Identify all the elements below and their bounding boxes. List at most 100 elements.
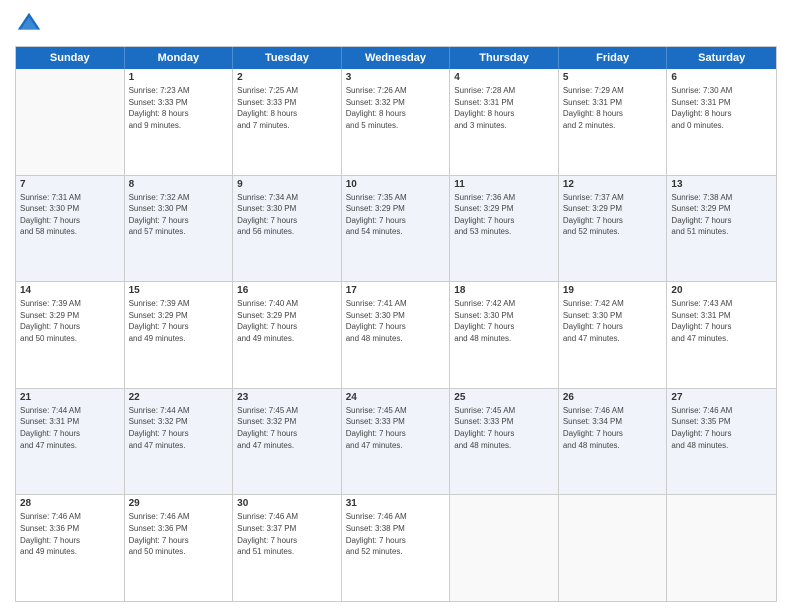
cal-cell-r4-c0: 28 Sunrise: 7:46 AMSunset: 3:36 PMDayligh… [16,495,125,601]
cell-info: Sunrise: 7:41 AMSunset: 3:30 PMDaylight:… [346,298,446,344]
day-number: 6 [671,72,772,83]
cell-info: Sunrise: 7:46 AMSunset: 3:36 PMDaylight:… [20,511,120,557]
day-number: 29 [129,498,229,509]
day-number: 24 [346,392,446,403]
weekday-header-wednesday: Wednesday [342,47,451,69]
calendar-row-1: 7Sunrise: 7:31 AMSunset: 3:30 PMDaylight… [16,176,776,283]
cal-cell-r4-c2: 30Sunrise: 7:46 AMSunset: 3:37 PMDayligh… [233,495,342,601]
cell-info: Sunrise: 7:45 AMSunset: 3:33 PMDaylight:… [454,405,554,451]
calendar-body: 1Sunrise: 7:23 AMSunset: 3:33 PMDaylight… [16,69,776,601]
cal-cell-r3-c4: 25Sunrise: 7:45 AMSunset: 3:33 PMDayligh… [450,389,559,495]
cell-info: Sunrise: 7:39 AMSunset: 3:29 PMDaylight:… [129,298,229,344]
cell-info: Sunrise: 7:30 AMSunset: 3:31 PMDaylight:… [671,85,772,131]
weekday-header-friday: Friday [559,47,668,69]
day-number: 16 [237,285,337,296]
cell-info: Sunrise: 7:46 AMSunset: 3:38 PMDaylight:… [346,511,446,557]
cell-info: Sunrise: 7:29 AMSunset: 3:31 PMDaylight:… [563,85,663,131]
cal-cell-r2-c6: 20 Sunrise: 7:43 AMSunset: 3:31 PMDayligh… [667,282,776,388]
day-number: 10 [346,179,446,190]
cell-info: Sunrise: 7:28 AMSunset: 3:31 PMDaylight:… [454,85,554,131]
cell-info: Sunrise: 7:46 AMSunset: 3:37 PMDaylight:… [237,511,337,557]
day-number: 4 [454,72,554,83]
cal-cell-r3-c2: 23Sunrise: 7:45 AMSunset: 3:32 PMDayligh… [233,389,342,495]
cal-cell-r4-c6 [667,495,776,601]
cell-info: Sunrise: 7:40 AMSunset: 3:29 PMDaylight:… [237,298,337,344]
calendar: SundayMondayTuesdayWednesdayThursdayFrid… [15,46,777,602]
cell-info: Sunrise: 7:37 AMSunset: 3:29 PMDaylight:… [563,192,663,238]
day-number: 3 [346,72,446,83]
cal-cell-r3-c6: 27Sunrise: 7:46 AMSunset: 3:35 PMDayligh… [667,389,776,495]
cal-cell-r1-c5: 12 Sunrise: 7:37 AMSunset: 3:29 PMDayligh… [559,176,668,282]
cal-cell-r1-c1: 8 Sunrise: 7:32 AMSunset: 3:30 PMDaylight… [125,176,234,282]
day-number: 17 [346,285,446,296]
day-number: 13 [671,179,772,190]
cal-cell-r4-c4 [450,495,559,601]
cal-cell-r2-c4: 18Sunrise: 7:42 AMSunset: 3:30 PMDayligh… [450,282,559,388]
cell-info: Sunrise: 7:46 AMSunset: 3:36 PMDaylight:… [129,511,229,557]
cell-info: Sunrise: 7:45 AMSunset: 3:33 PMDaylight:… [346,405,446,451]
cal-cell-r2-c1: 15 Sunrise: 7:39 AMSunset: 3:29 PMDayligh… [125,282,234,388]
cal-cell-r0-c6: 6 Sunrise: 7:30 AMSunset: 3:31 PMDaylight… [667,69,776,175]
day-number: 12 [563,179,663,190]
weekday-header-saturday: Saturday [667,47,776,69]
cal-cell-r1-c3: 10 Sunrise: 7:35 AMSunset: 3:29 PMDayligh… [342,176,451,282]
cell-info: Sunrise: 7:44 AMSunset: 3:31 PMDaylight:… [20,405,120,451]
cal-cell-r2-c5: 19 Sunrise: 7:42 AMSunset: 3:30 PMDayligh… [559,282,668,388]
calendar-row-2: 14 Sunrise: 7:39 AMSunset: 3:29 PMDayligh… [16,282,776,389]
day-number: 8 [129,179,229,190]
day-number: 20 [671,285,772,296]
cell-info: Sunrise: 7:42 AMSunset: 3:30 PMDaylight:… [563,298,663,344]
day-number: 1 [129,72,229,83]
day-number: 9 [237,179,337,190]
weekday-header-sunday: Sunday [16,47,125,69]
logo-icon [15,10,43,38]
cell-info: Sunrise: 7:43 AMSunset: 3:31 PMDaylight:… [671,298,772,344]
day-number: 22 [129,392,229,403]
cell-info: Sunrise: 7:32 AMSunset: 3:30 PMDaylight:… [129,192,229,238]
day-number: 28 [20,498,120,509]
cell-info: Sunrise: 7:26 AMSunset: 3:32 PMDaylight:… [346,85,446,131]
weekday-header-monday: Monday [125,47,234,69]
cell-info: Sunrise: 7:46 AMSunset: 3:35 PMDaylight:… [671,405,772,451]
day-number: 15 [129,285,229,296]
day-number: 2 [237,72,337,83]
day-number: 11 [454,179,554,190]
cell-info: Sunrise: 7:39 AMSunset: 3:29 PMDaylight:… [20,298,120,344]
day-number: 19 [563,285,663,296]
calendar-row-0: 1Sunrise: 7:23 AMSunset: 3:33 PMDaylight… [16,69,776,176]
day-number: 5 [563,72,663,83]
day-number: 31 [346,498,446,509]
cal-cell-r3-c1: 22Sunrise: 7:44 AMSunset: 3:32 PMDayligh… [125,389,234,495]
cal-cell-r0-c0 [16,69,125,175]
cell-info: Sunrise: 7:46 AMSunset: 3:34 PMDaylight:… [563,405,663,451]
calendar-header: SundayMondayTuesdayWednesdayThursdayFrid… [16,47,776,69]
day-number: 18 [454,285,554,296]
cell-info: Sunrise: 7:38 AMSunset: 3:29 PMDaylight:… [671,192,772,238]
cal-cell-r3-c3: 24 Sunrise: 7:45 AMSunset: 3:33 PMDayligh… [342,389,451,495]
cal-cell-r1-c0: 7Sunrise: 7:31 AMSunset: 3:30 PMDaylight… [16,176,125,282]
calendar-row-3: 21 Sunrise: 7:44 AMSunset: 3:31 PMDayligh… [16,389,776,496]
cal-cell-r0-c3: 3 Sunrise: 7:26 AMSunset: 3:32 PMDaylight… [342,69,451,175]
day-number: 26 [563,392,663,403]
header [15,10,777,38]
logo [15,10,47,38]
cell-info: Sunrise: 7:36 AMSunset: 3:29 PMDaylight:… [454,192,554,238]
cal-cell-r0-c4: 4 Sunrise: 7:28 AMSunset: 3:31 PMDaylight… [450,69,559,175]
calendar-row-4: 28 Sunrise: 7:46 AMSunset: 3:36 PMDayligh… [16,495,776,601]
cal-cell-r4-c3: 31 Sunrise: 7:46 AMSunset: 3:38 PMDayligh… [342,495,451,601]
cal-cell-r4-c1: 29 Sunrise: 7:46 AMSunset: 3:36 PMDayligh… [125,495,234,601]
cell-info: Sunrise: 7:25 AMSunset: 3:33 PMDaylight:… [237,85,337,131]
day-number: 14 [20,285,120,296]
cal-cell-r0-c5: 5 Sunrise: 7:29 AMSunset: 3:31 PMDaylight… [559,69,668,175]
cal-cell-r1-c4: 11 Sunrise: 7:36 AMSunset: 3:29 PMDayligh… [450,176,559,282]
page: SundayMondayTuesdayWednesdayThursdayFrid… [0,0,792,612]
cell-info: Sunrise: 7:45 AMSunset: 3:32 PMDaylight:… [237,405,337,451]
cell-info: Sunrise: 7:34 AMSunset: 3:30 PMDaylight:… [237,192,337,238]
cal-cell-r4-c5 [559,495,668,601]
cal-cell-r3-c0: 21 Sunrise: 7:44 AMSunset: 3:31 PMDayligh… [16,389,125,495]
cal-cell-r2-c3: 17 Sunrise: 7:41 AMSunset: 3:30 PMDayligh… [342,282,451,388]
day-number: 21 [20,392,120,403]
weekday-header-tuesday: Tuesday [233,47,342,69]
cal-cell-r2-c2: 16 Sunrise: 7:40 AMSunset: 3:29 PMDayligh… [233,282,342,388]
cell-info: Sunrise: 7:35 AMSunset: 3:29 PMDaylight:… [346,192,446,238]
